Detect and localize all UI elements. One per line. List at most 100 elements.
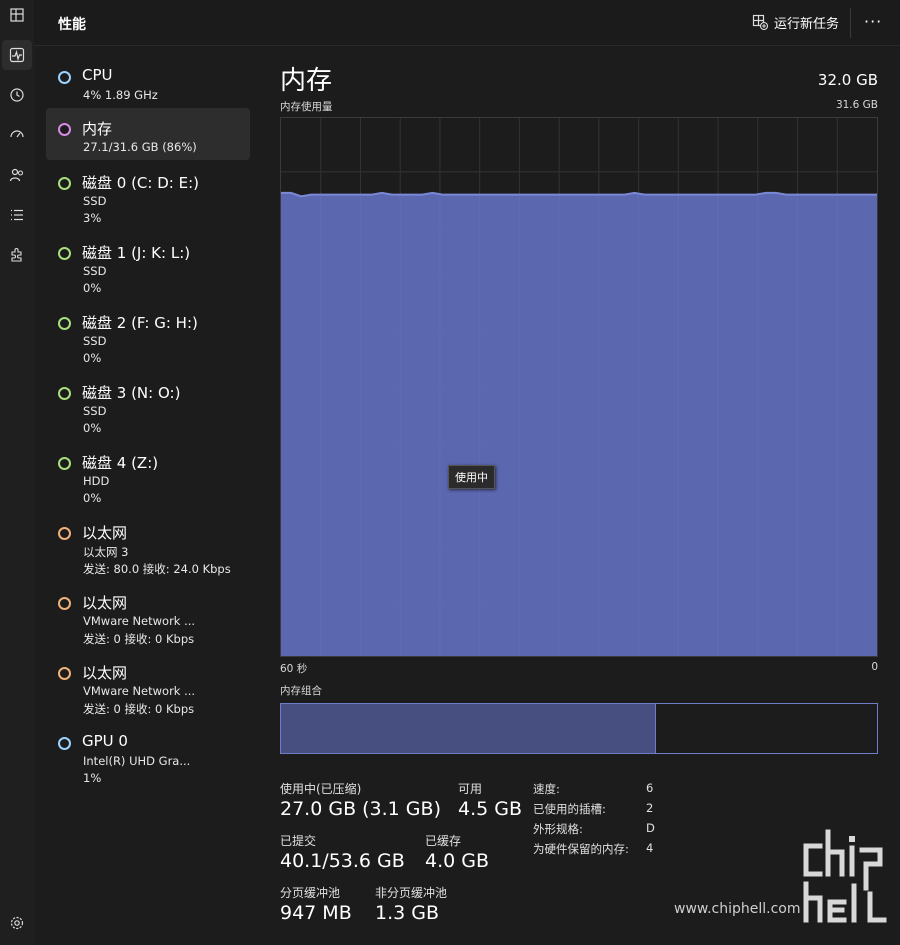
sidebar-item-usage: 0% [83, 491, 102, 505]
sidebar-item-name: 以太网 [82, 664, 128, 682]
sidebar-item-usage: 0% [83, 421, 102, 435]
cached-label: 已缓存 [425, 834, 462, 848]
graph-time-start: 60 秒 [280, 663, 308, 675]
memory-usage-graph[interactable]: 使用中 [280, 117, 878, 657]
sidebar-item-name: 磁盘 3 (N: O:) [82, 384, 181, 402]
services-icon[interactable] [8, 246, 26, 264]
sidebar-item-name: 磁盘 4 (Z:) [82, 454, 159, 472]
sidebar-item-type: SSD [83, 264, 107, 278]
nonpaged-pool-value: 1.3 GB [375, 902, 440, 924]
cached-value: 4.0 GB [425, 850, 490, 872]
performance-icon[interactable] [2, 40, 32, 70]
watermark-url: www.chiphell.com [674, 901, 801, 917]
committed-value: 40.1/53.6 GB [280, 850, 405, 872]
run-task-icon [752, 14, 768, 30]
status-dot [58, 317, 71, 330]
settings-icon[interactable] [8, 914, 26, 932]
sidebar-item-type: SSD [83, 404, 107, 418]
app-history-icon[interactable] [8, 86, 26, 104]
sidebar-item-name: 磁盘 1 (J: K: L:) [82, 244, 191, 262]
graph-time-end: 0 [871, 661, 878, 673]
startup-icon[interactable] [8, 126, 26, 144]
sidebar-item-usage: 0% [83, 351, 102, 365]
speed-key: 速度: [533, 782, 560, 796]
status-dot [58, 387, 71, 400]
usage-area [281, 192, 877, 656]
sidebar-item-throughput: 发送: 0 接收: 0 Kbps [83, 702, 195, 716]
hardware-reserved-key: 为硬件保留的内存: [533, 842, 629, 856]
status-dot [58, 247, 71, 260]
paged-pool-value: 947 MB [280, 902, 352, 924]
sidebar-item-ethernet-vmware-1[interactable]: 以太网 VMware Network ... 发送: 0 接收: 0 Kbps [46, 582, 250, 648]
sidebar-item-usage: 3% [83, 211, 102, 225]
more-options-button[interactable]: ··· [864, 12, 882, 31]
composition-label: 内存组合 [280, 685, 322, 697]
available-label: 可用 [458, 782, 483, 796]
speed-value: 6 [646, 781, 654, 795]
sidebar-item-memory[interactable]: 内存 27.1/31.6 GB (86%) [46, 108, 250, 160]
sidebar-item-name: 磁盘 2 (F: G: H:) [82, 314, 198, 332]
nav-rail [0, 0, 34, 945]
processes-icon[interactable] [8, 6, 26, 24]
paged-pool-label: 分页缓冲池 [280, 886, 341, 900]
graph-tooltip: 使用中 [448, 465, 495, 489]
users-icon[interactable] [8, 166, 26, 184]
status-dot [58, 737, 71, 750]
status-dot [58, 597, 71, 610]
form-factor-value: D [646, 821, 655, 835]
sidebar-item-gpu-0[interactable]: GPU 0 Intel(R) UHD Gra... 1% [46, 722, 250, 788]
status-dot [58, 457, 71, 470]
status-dot [58, 123, 71, 136]
sidebar-item-name: GPU 0 [82, 732, 128, 750]
sidebar-item-detail: 4% 1.89 GHz [83, 88, 158, 102]
sidebar-item-ethernet-vmware-2[interactable]: 以太网 VMware Network ... 发送: 0 接收: 0 Kbps [46, 652, 250, 718]
sidebar-item-disk-2[interactable]: 磁盘 2 (F: G: H:) SSD 0% [46, 302, 250, 368]
usage-graph-max: 31.6 GB [835, 99, 878, 111]
sidebar-item-throughput: 发送: 80.0 接收: 24.0 Kbps [83, 562, 231, 576]
sidebar-item-disk-1[interactable]: 磁盘 1 (J: K: L:) SSD 0% [46, 232, 250, 298]
available-value: 4.5 GB [458, 798, 523, 820]
sidebar-item-model: Intel(R) UHD Gra... [83, 754, 191, 768]
title-bar: 性能 运行新任务 ··· [34, 0, 900, 46]
memory-usage-chart [281, 118, 877, 656]
run-task-label: 运行新任务 [774, 16, 840, 32]
hardware-reserved-value: 4 [646, 841, 654, 855]
sidebar-item-cpu[interactable]: CPU 4% 1.89 GHz [46, 56, 250, 102]
memory-total: 32.0 GB [817, 71, 878, 89]
sidebar-item-type: SSD [83, 194, 107, 208]
sidebar-item-usage: 0% [83, 281, 102, 295]
usage-graph-label: 内存使用量 [280, 101, 333, 113]
in-use-value: 27.0 GB (3.1 GB) [280, 798, 441, 820]
sidebar-item-type: HDD [83, 474, 110, 488]
status-dot [58, 527, 71, 540]
sidebar-item-name: CPU [82, 66, 113, 84]
details-icon[interactable] [8, 206, 26, 224]
sidebar-item-adapter: 以太网 3 [83, 545, 129, 559]
sidebar-item-name: 内存 [82, 120, 113, 138]
sidebar-item-name: 磁盘 0 (C: D: E:) [82, 174, 199, 192]
sidebar-item-disk-0[interactable]: 磁盘 0 (C: D: E:) SSD 3% [46, 162, 250, 228]
memory-composition-bar[interactable] [280, 703, 878, 754]
status-dot [58, 71, 71, 84]
sidebar-item-usage: 1% [83, 771, 102, 785]
chiphell-logo [803, 829, 887, 923]
toolbar-divider [850, 8, 851, 38]
memory-title: 内存 [280, 66, 333, 96]
run-new-task-button[interactable]: 运行新任务 [752, 12, 839, 32]
sidebar-item-adapter: VMware Network ... [83, 614, 196, 628]
nonpaged-pool-label: 非分页缓冲池 [375, 886, 448, 900]
status-dot [58, 667, 71, 680]
committed-label: 已提交 [280, 834, 317, 848]
status-dot [58, 177, 71, 190]
composition-in-use-segment [281, 704, 657, 753]
sidebar-item-disk-3[interactable]: 磁盘 3 (N: O:) SSD 0% [46, 372, 250, 438]
slots-used-value: 2 [646, 801, 654, 815]
sidebar-item-throughput: 发送: 0 接收: 0 Kbps [83, 632, 195, 646]
sidebar-item-name: 以太网 [82, 594, 128, 612]
sidebar-item-disk-4[interactable]: 磁盘 4 (Z:) HDD 0% [46, 442, 250, 508]
in-use-label: 使用中(已压缩) [280, 782, 362, 796]
sidebar-item-detail: 27.1/31.6 GB (86%) [83, 140, 197, 154]
page-title: 性能 [58, 17, 86, 33]
sidebar-item-adapter: VMware Network ... [83, 684, 196, 698]
sidebar-item-ethernet-3[interactable]: 以太网 以太网 3 发送: 80.0 接收: 24.0 Kbps [46, 512, 250, 578]
